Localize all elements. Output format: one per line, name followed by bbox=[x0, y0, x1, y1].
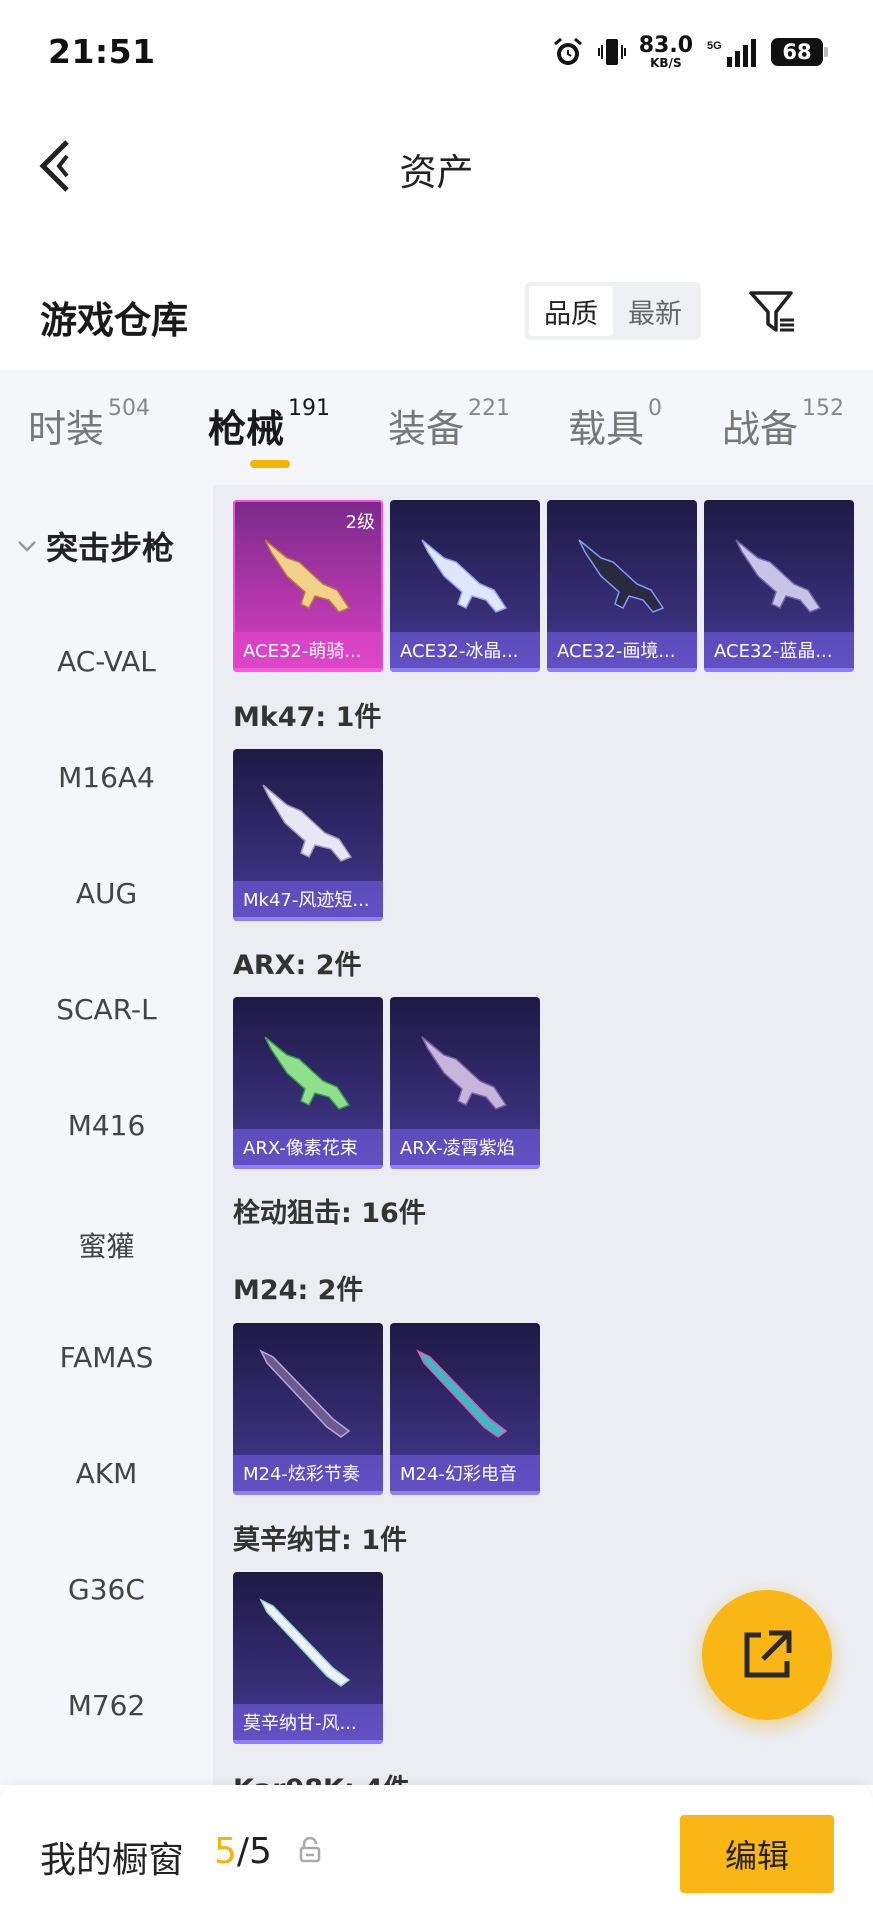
group-title-kar98k: Kar98K: 4件 bbox=[233, 1767, 410, 1785]
group-title-mk47: Mk47: 1件 bbox=[233, 702, 382, 733]
sidebar-group-assault-rifle[interactable]: 突击步枪 bbox=[16, 523, 174, 569]
lock-icon bbox=[298, 1836, 322, 1867]
chevron-down-icon bbox=[18, 541, 36, 552]
battery-indicator: 68 bbox=[771, 38, 828, 66]
net-speed: 83.0 KB/S bbox=[638, 33, 693, 70]
skin-name: Mk47-风迹短... bbox=[243, 890, 370, 911]
rifle-icon bbox=[262, 784, 353, 862]
skin-name: ACE32-画境... bbox=[557, 641, 676, 662]
sort-toggle: 品质 最新 bbox=[525, 282, 701, 340]
top-nav: 资产 bbox=[0, 104, 873, 224]
group-title-mosin: 莫辛纳甘: 1件 bbox=[233, 1525, 407, 1556]
share-icon bbox=[744, 1630, 792, 1678]
rifle-icon bbox=[264, 539, 351, 613]
sort-latest[interactable]: 最新 bbox=[613, 286, 697, 336]
skin-card[interactable]: M24-炫彩节奏 bbox=[233, 1323, 383, 1495]
sidebar-item-aug[interactable]: AUG bbox=[0, 877, 213, 910]
tab-guns[interactable]: 枪械 191 bbox=[208, 396, 330, 453]
filter-icon bbox=[749, 291, 794, 332]
skin-card[interactable]: ARX-凌霄紫焰 bbox=[390, 997, 540, 1169]
signal-label: 5G bbox=[707, 40, 722, 52]
status-icons: 83.0 KB/S 5G 68 bbox=[551, 30, 828, 74]
skin-card[interactable]: ACE32-冰晶... bbox=[390, 500, 540, 672]
sort-quality[interactable]: 品质 bbox=[529, 286, 613, 336]
skin-name: ACE32-冰晶... bbox=[400, 641, 519, 662]
share-fab[interactable] bbox=[702, 1590, 832, 1720]
sidebar-item-m16a4[interactable]: M16A4 bbox=[0, 761, 213, 794]
sidebar-item-m762[interactable]: M762 bbox=[0, 1689, 213, 1722]
skin-name: ARX-像素花束 bbox=[243, 1138, 358, 1159]
skin-card[interactable]: 莫辛纳甘-风... bbox=[233, 1572, 383, 1744]
sniper-rifle-icon bbox=[259, 1598, 351, 1687]
skin-card[interactable]: ACE32-蓝晶... bbox=[704, 500, 854, 672]
skin-level-badge: 2级 bbox=[345, 512, 375, 533]
sniper-rifle-icon bbox=[259, 1349, 351, 1438]
tab-supplies[interactable]: 战备 152 bbox=[722, 396, 844, 453]
sidebar-item-akm[interactable]: AKM bbox=[0, 1457, 213, 1490]
warehouse-header: 游戏仓库 品质 最新 bbox=[0, 270, 873, 365]
skin-card[interactable]: M24-幻彩电音 bbox=[390, 1323, 540, 1495]
sidebar-item-ac-val[interactable]: AC-VAL bbox=[0, 645, 213, 678]
sidebar-item-famas[interactable]: FAMAS bbox=[0, 1341, 213, 1374]
rifle-icon bbox=[264, 1036, 351, 1110]
sidebar-item-scar-l[interactable]: SCAR-L bbox=[0, 993, 213, 1026]
category-tabs: 时装 504 枪械 191 装备 221 载具 0 战备 152 bbox=[0, 370, 873, 485]
signal-icon: 5G bbox=[707, 39, 756, 67]
rifle-icon bbox=[421, 1036, 508, 1110]
showcase-count: 5/5 bbox=[214, 1831, 272, 1872]
skin-name: 莫辛纳甘-风... bbox=[243, 1713, 357, 1734]
skin-name: ACE32-萌骑... bbox=[243, 641, 362, 662]
skin-name: M24-幻彩电音 bbox=[400, 1464, 517, 1485]
sidebar-item-m416[interactable]: M416 bbox=[0, 1109, 213, 1142]
showcase-bar: 我的橱窗 5/5 编辑 bbox=[0, 1785, 873, 1920]
status-bar: 21:51 83.0 KB/S 5G 68 bbox=[0, 0, 873, 104]
active-tab-indicator bbox=[250, 460, 290, 468]
sniper-rifle-icon bbox=[416, 1349, 508, 1438]
group-title-m24: M24: 2件 bbox=[233, 1275, 364, 1306]
rifle-icon bbox=[735, 539, 822, 613]
page-title: 资产 bbox=[399, 151, 474, 194]
alarm-icon bbox=[553, 37, 582, 65]
weapon-type-sidebar: 突击步枪 AC-VAL M16A4 AUG SCAR-L M416 蜜獾 FAM… bbox=[0, 485, 213, 1785]
status-time: 21:51 bbox=[48, 32, 156, 71]
tab-fashion[interactable]: 时装 504 bbox=[28, 396, 150, 453]
edit-button[interactable]: 编辑 bbox=[680, 1815, 834, 1893]
filter-button[interactable] bbox=[745, 284, 799, 340]
warehouse-title: 游戏仓库 bbox=[40, 299, 188, 342]
sidebar-item-g36c[interactable]: G36C bbox=[0, 1573, 213, 1606]
skin-card[interactable]: ARX-像素花束 bbox=[233, 997, 383, 1169]
rifle-icon bbox=[421, 539, 508, 613]
tab-equipment[interactable]: 装备 221 bbox=[388, 396, 510, 453]
skin-card[interactable]: ACE32-画境... bbox=[547, 500, 697, 672]
skin-name: M24-炫彩节奏 bbox=[243, 1464, 360, 1485]
skin-name: ACE32-蓝晶... bbox=[714, 641, 833, 662]
group-title-bolt-action: 栓动狙击: 16件 bbox=[233, 1198, 426, 1229]
showcase-label: 我的橱窗 bbox=[40, 1840, 185, 1881]
sidebar-item-honey-badger[interactable]: 蜜獾 bbox=[0, 1225, 213, 1265]
rifle-icon bbox=[578, 539, 665, 613]
skin-card[interactable]: 2级 ACE32-萌骑... bbox=[233, 500, 383, 672]
vibrate-icon bbox=[597, 39, 626, 65]
group-title-arx: ARX: 2件 bbox=[233, 950, 362, 981]
tab-vehicles[interactable]: 载具 0 bbox=[568, 396, 662, 453]
skin-card[interactable]: Mk47-风迹短... bbox=[233, 749, 383, 921]
skin-name: ARX-凌霄紫焰 bbox=[400, 1138, 515, 1159]
